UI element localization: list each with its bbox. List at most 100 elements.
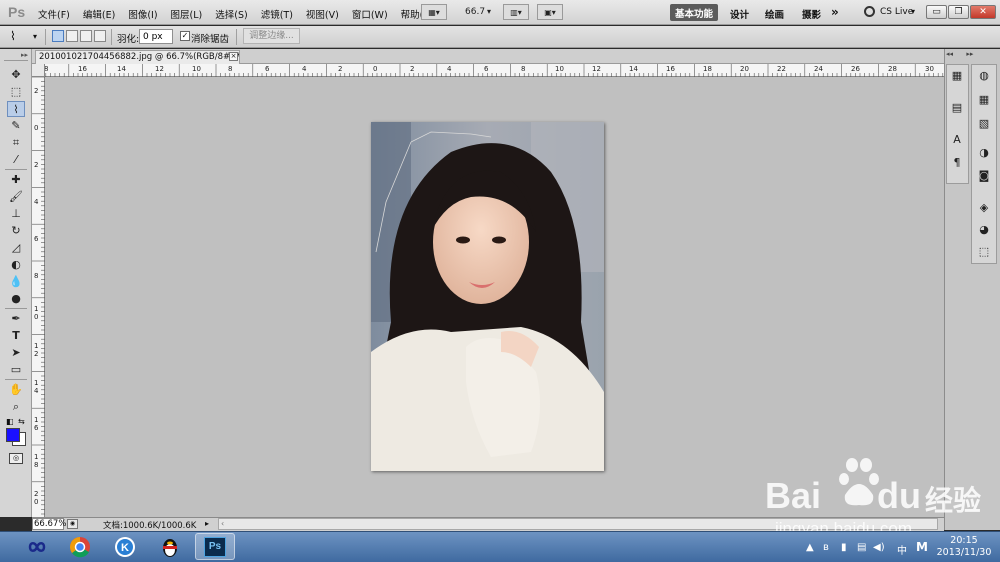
path-selection-tool-icon[interactable]: ➤ <box>7 345 25 361</box>
taskbar-app-chrome[interactable] <box>60 533 100 560</box>
hand-tool-icon[interactable]: ✋ <box>7 382 25 398</box>
eyedropper-tool-icon[interactable]: ⁄ <box>7 152 25 168</box>
type-tool-icon[interactable]: T <box>7 328 25 344</box>
quick-selection-tool-icon[interactable]: ✎ <box>7 118 25 134</box>
marquee-tool-icon[interactable]: ⬚ <box>7 84 25 100</box>
add-to-selection-icon[interactable] <box>66 30 78 42</box>
rectangle-tool-icon[interactable]: ▭ <box>7 362 25 378</box>
minimize-button[interactable]: ▭ <box>926 5 947 19</box>
status-menu-arrow-icon[interactable]: ▸ <box>205 519 209 528</box>
clone-stamp-tool-icon[interactable]: ⊥ <box>7 206 25 222</box>
default-colors-icon[interactable]: ◧ <box>6 417 14 426</box>
input-method-icon[interactable]: 中 <box>897 542 907 557</box>
menu-view[interactable]: 视图(V) <box>306 7 339 21</box>
menu-file[interactable]: 文件(F) <box>38 7 70 21</box>
menu-window[interactable]: 窗口(W) <box>352 7 388 21</box>
workspace-more[interactable]: » <box>831 5 839 19</box>
zoom-tool-icon[interactable]: ⌕ <box>7 399 25 415</box>
antialias-checkbox[interactable]: ✓ <box>180 31 190 41</box>
workspace-design[interactable]: 设计 <box>730 7 749 21</box>
pen-tool-icon[interactable]: ✒ <box>7 311 25 327</box>
new-selection-icon[interactable] <box>52 30 64 42</box>
workspace-paint[interactable]: 绘画 <box>765 7 784 21</box>
foreground-color-swatch[interactable] <box>6 428 20 442</box>
color-panel-icon[interactable]: ◍ <box>976 68 992 84</box>
screen-mode-icon[interactable]: ▣▾ <box>537 4 563 20</box>
feather-input[interactable] <box>139 29 173 44</box>
menu-edit[interactable]: 编辑(E) <box>83 7 115 21</box>
ime-mode-icon[interactable]: M <box>916 540 928 554</box>
network-icon[interactable]: ▤ <box>857 542 866 553</box>
swap-colors-icon[interactable]: ⇆ <box>18 417 25 426</box>
document-tab[interactable]: 201001021704456882.jpg @ 66.7%(RGB/8#) * <box>35 50 240 64</box>
polygonal-lasso-preset-icon[interactable]: ⌇ <box>10 29 16 43</box>
cs-live-label[interactable]: CS Live <box>880 7 913 17</box>
blur-tool-icon[interactable]: 💧 <box>7 274 25 290</box>
photo-image[interactable] <box>371 122 604 471</box>
system-clock[interactable]: 20:15 2013/11/30 <box>934 535 994 559</box>
masks-icon[interactable]: ◙ <box>976 168 992 184</box>
mini-bridge-icon[interactable]: ▦ <box>949 68 965 84</box>
cs-live-icon[interactable] <box>864 6 875 17</box>
taskbar-app-infinity[interactable] <box>17 533 57 560</box>
battery-icon[interactable]: ▮ <box>841 542 847 553</box>
vertical-ruler[interactable]: 2 0 2 4 6 8 1 0 1 2 1 4 1 6 1 8 2 0 <box>32 77 45 517</box>
scroll-left-icon[interactable]: ‹ <box>221 519 224 528</box>
paths-icon[interactable]: ⬚ <box>976 244 992 260</box>
tray-show-hidden-icon[interactable]: ▲ <box>806 542 814 553</box>
swatches-icon[interactable]: ▦ <box>976 92 992 108</box>
workspace-photo[interactable]: 摄影 <box>802 7 821 21</box>
workspace-basic[interactable]: 基本功能 <box>670 4 719 21</box>
arrange-documents-icon[interactable]: ▥▾ <box>503 4 529 20</box>
tool-divider <box>5 308 27 309</box>
character-icon[interactable]: A <box>949 132 965 148</box>
photoshop-logo: Ps <box>8 4 26 20</box>
move-tool-icon[interactable]: ✥ <box>7 67 25 83</box>
dodge-tool-icon[interactable]: ● <box>7 291 25 307</box>
bluetooth-icon[interactable]: ʙ <box>823 542 829 553</box>
polygonal-lasso-tool-icon[interactable]: ⌇ <box>7 101 25 117</box>
ruler-origin[interactable] <box>32 64 45 77</box>
options-separator <box>45 29 46 45</box>
status-info-icon[interactable]: ◉ <box>67 519 78 529</box>
paragraph-icon[interactable]: ¶ <box>949 155 965 171</box>
taskbar-app-photoshop[interactable]: Ps <box>195 533 235 560</box>
horizontal-ruler[interactable]: 8 16 14 12 10 8 6 4 2 0 2 4 6 8 10 12 14… <box>32 64 944 77</box>
document-close-icon[interactable]: × <box>229 52 238 61</box>
volume-icon[interactable]: ◀) <box>873 542 885 553</box>
menu-image[interactable]: 图像(I) <box>128 7 157 21</box>
subtract-from-selection-icon[interactable] <box>80 30 92 42</box>
restore-button[interactable]: ❐ <box>948 5 969 19</box>
dock-collapse-icon[interactable]: ◂◂ ▸▸ <box>946 50 998 60</box>
menu-layer[interactable]: 图层(L) <box>171 7 203 21</box>
ruler-tick-label: 1 0 <box>34 305 39 321</box>
close-button[interactable]: ✕ <box>970 5 996 19</box>
svg-text:K: K <box>121 542 129 554</box>
healing-brush-tool-icon[interactable]: ✚ <box>7 172 25 188</box>
paint-bucket-tool-icon[interactable]: ◐ <box>7 257 25 273</box>
adjustments-icon[interactable]: ◑ <box>976 145 992 161</box>
history-brush-tool-icon[interactable]: ↻ <box>7 223 25 239</box>
quick-mask-icon[interactable]: ◎ <box>9 453 23 464</box>
menu-select[interactable]: 选择(S) <box>215 7 247 21</box>
zoom-level[interactable]: 66.7 <box>465 7 485 17</box>
cs-live-dropdown-icon[interactable]: ▾ <box>911 7 915 16</box>
zoom-percentage-field[interactable]: 66.67% <box>32 518 66 530</box>
toolbar-collapse-icon[interactable]: ▸▸ <box>4 51 28 61</box>
refine-edge-button[interactable]: 调整边缘... <box>243 28 300 44</box>
menu-filter[interactable]: 滤镜(T) <box>261 7 293 21</box>
zoom-dropdown-icon[interactable]: ▾ <box>487 7 491 16</box>
channels-icon[interactable]: ◕ <box>976 222 992 238</box>
history-icon[interactable]: ▤ <box>949 100 965 116</box>
eraser-tool-icon[interactable]: ◿ <box>7 240 25 256</box>
intersect-selection-icon[interactable] <box>94 30 106 42</box>
bridge-icon[interactable]: ▦▾ <box>421 4 447 20</box>
taskbar-app-k-player[interactable]: K <box>105 533 145 560</box>
tool-divider <box>5 169 27 170</box>
taskbar-app-qq[interactable] <box>150 533 190 560</box>
tool-preset-dropdown-icon[interactable]: ▾ <box>33 32 37 41</box>
brush-tool-icon[interactable]: 🖌 <box>7 189 25 205</box>
layers-icon[interactable]: ◈ <box>976 200 992 216</box>
crop-tool-icon[interactable]: ⌗ <box>7 135 25 151</box>
styles-icon[interactable]: ▧ <box>976 116 992 132</box>
